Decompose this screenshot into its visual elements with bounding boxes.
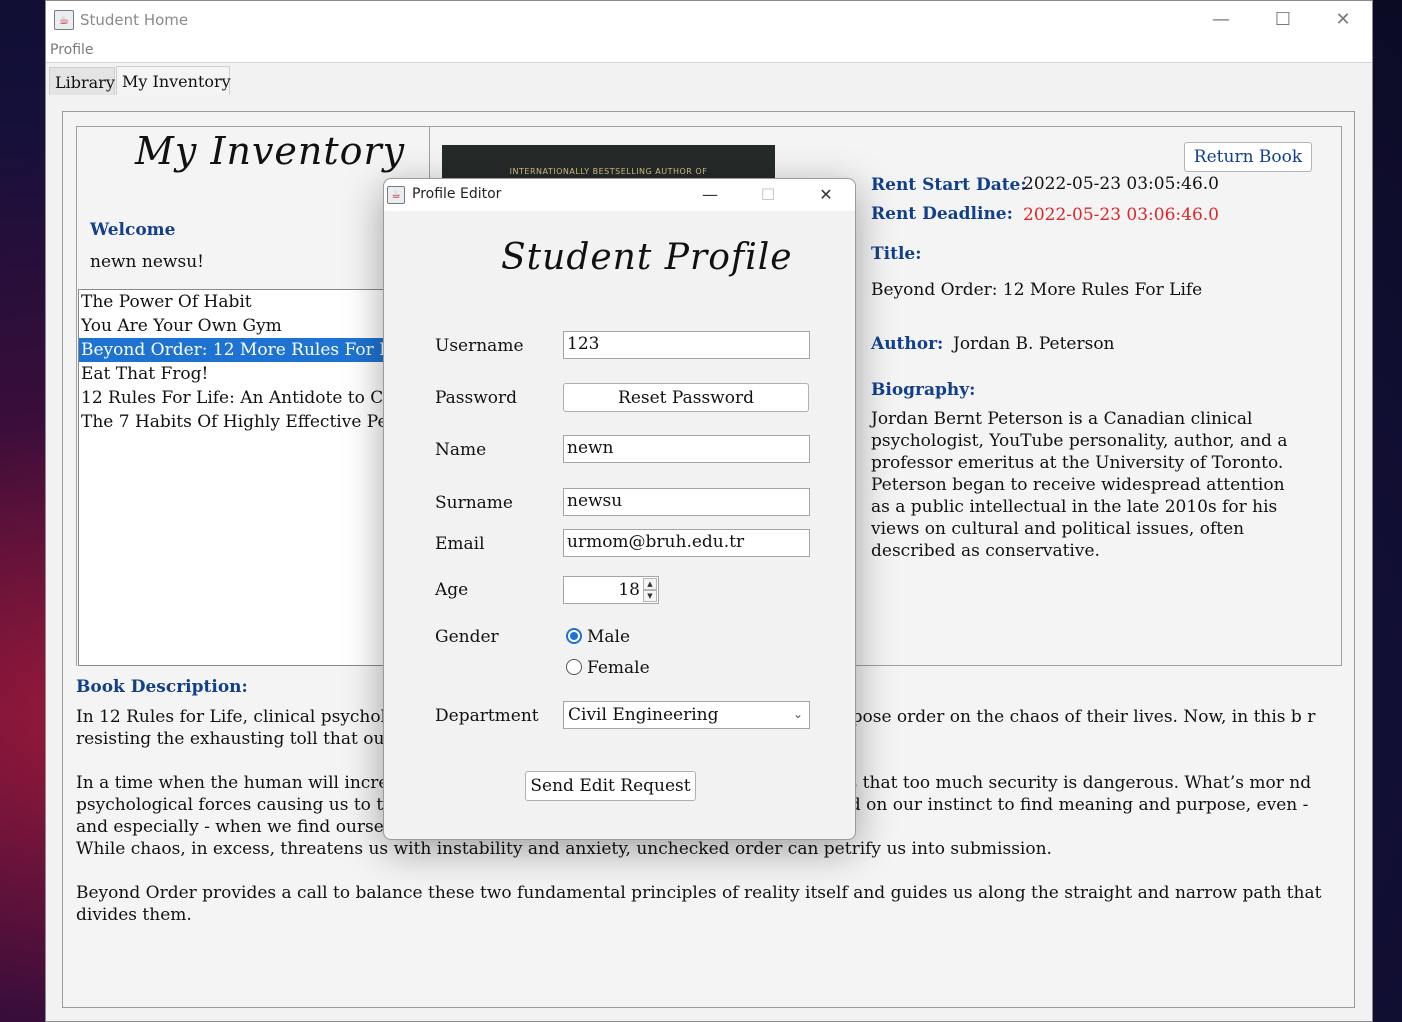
department-select[interactable]: Civil Engineering ⌄ — [563, 701, 810, 729]
list-item-selected[interactable]: Beyond Order: 12 More Rules For Life — [79, 338, 417, 362]
welcome-user-name: newn newsu! — [90, 252, 204, 272]
age-spinner[interactable]: 18 ▲ ▼ — [563, 576, 659, 604]
list-item[interactable]: The Power Of Habit — [79, 290, 417, 314]
inventory-heading: My Inventory — [135, 129, 406, 173]
dialog-minimize-button[interactable]: — — [685, 179, 735, 211]
inventory-left-panel: My Inventory Welcome newn newsu! The Pow… — [76, 126, 430, 666]
surname-field[interactable]: newsu — [563, 488, 810, 516]
profile-editor-dialog: ☕ Profile Editor — ☐ ✕ Student Profile U… — [383, 178, 856, 840]
window-title: Student Home — [80, 11, 189, 29]
dialog-title-bar[interactable]: ☕ Profile Editor — ☐ ✕ — [384, 179, 855, 211]
author-value: Jordan B. Peterson — [953, 334, 1115, 354]
book-description-label: Book Description: — [76, 677, 248, 697]
spinner-up-icon[interactable]: ▲ — [643, 578, 657, 590]
age-value: 18 — [618, 580, 640, 600]
return-book-button[interactable]: Return Book — [1184, 142, 1312, 172]
java-icon: ☕ — [387, 186, 405, 204]
list-item[interactable]: The 7 Habits Of Highly Effective People — [79, 410, 417, 434]
gender-label: Gender — [435, 627, 499, 647]
author-label: Author: — [871, 334, 944, 354]
age-label: Age — [435, 580, 469, 600]
spinner-down-icon[interactable]: ▼ — [643, 590, 657, 602]
department-label: Department — [435, 706, 539, 726]
student-profile-heading: Student Profile — [501, 237, 793, 278]
department-value: Civil Engineering — [568, 705, 719, 725]
description-paragraph: Beyond Order provides a call to balance … — [76, 883, 1322, 925]
close-button[interactable]: ✕ — [1314, 1, 1372, 39]
title-bar[interactable]: ☕ Student Home — ☐ ✕ — [46, 1, 1372, 39]
surname-label: Surname — [435, 493, 513, 513]
tab-my-inventory[interactable]: My Inventory — [116, 66, 231, 95]
chevron-down-icon: ⌄ — [792, 707, 803, 721]
send-edit-request-button[interactable]: Send Edit Request — [525, 771, 696, 801]
description-paragraph: While chaos, in excess, threatens us wit… — [76, 839, 1052, 859]
rented-books-list[interactable]: The Power Of Habit You Are Your Own Gym … — [78, 289, 418, 666]
tab-library[interactable]: Library — [49, 67, 115, 95]
name-label: Name — [435, 440, 487, 460]
dialog-close-button[interactable]: ✕ — [801, 179, 851, 211]
gender-female-radio[interactable] — [566, 659, 582, 675]
dialog-title: Profile Editor — [412, 186, 502, 202]
rent-deadline-label: Rent Deadline: — [871, 204, 1013, 224]
gender-female-label[interactable]: Female — [587, 658, 650, 678]
password-label: Password — [435, 388, 518, 408]
list-item[interactable]: 12 Rules For Life: An Antidote to Chaos — [79, 386, 417, 410]
list-item[interactable]: You Are Your Own Gym — [79, 314, 417, 338]
username-field[interactable]: 123 — [563, 331, 810, 359]
gender-male-label[interactable]: Male — [587, 627, 630, 647]
username-label: Username — [435, 336, 524, 356]
welcome-label: Welcome — [90, 220, 176, 240]
dialog-maximize-button: ☐ — [760, 185, 776, 204]
name-field[interactable]: newn — [563, 435, 810, 463]
menu-bar: Profile — [46, 39, 1372, 63]
list-item[interactable]: Eat That Frog! — [79, 362, 417, 386]
reset-password-button[interactable]: Reset Password — [563, 383, 809, 412]
biography-label: Biography: — [871, 380, 976, 400]
rent-deadline-value: 2022-05-23 03:06:46.0 — [1023, 205, 1219, 225]
maximize-button[interactable]: ☐ — [1254, 1, 1312, 39]
minimize-button[interactable]: — — [1192, 1, 1250, 39]
title-label: Title: — [871, 244, 922, 264]
email-label: Email — [435, 534, 485, 554]
java-icon: ☕ — [54, 10, 74, 30]
menu-profile[interactable]: Profile — [50, 42, 94, 58]
gender-male-radio[interactable] — [566, 628, 582, 644]
biography-text: Jordan Bernt Peterson is a Canadian clin… — [871, 409, 1288, 561]
title-value: Beyond Order: 12 More Rules For Life — [871, 280, 1203, 300]
rent-start-value: 2022-05-23 03:05:46.0 — [1023, 174, 1219, 194]
rent-start-label: Rent Start Date: — [871, 175, 1027, 195]
email-field[interactable]: urmom@bruh.edu.tr — [563, 529, 810, 557]
